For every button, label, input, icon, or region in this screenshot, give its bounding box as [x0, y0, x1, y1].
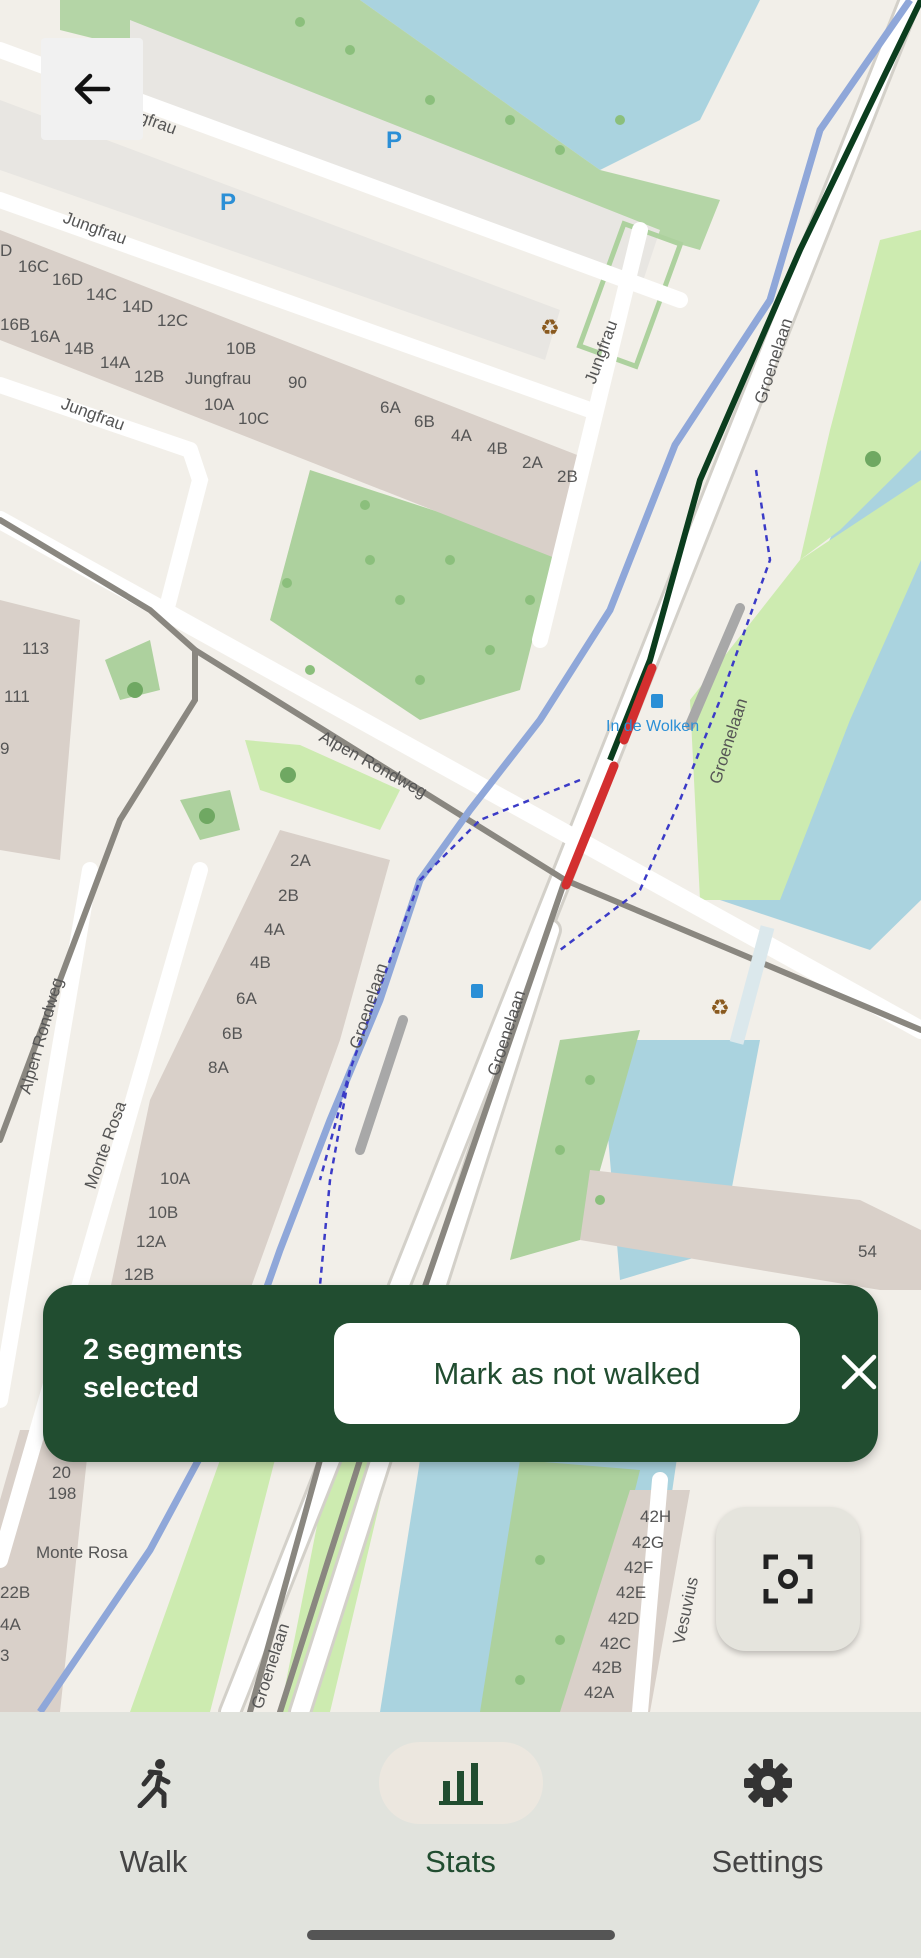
svg-text:42E: 42E — [616, 1583, 646, 1602]
bar-chart-icon — [439, 1763, 483, 1805]
svg-text:20: 20 — [52, 1463, 71, 1482]
recycling-icon: ♻ — [540, 316, 560, 341]
home-indicator[interactable] — [307, 1930, 615, 1940]
segment-selection-bar: 2 segments selected Mark as not walked — [43, 1285, 878, 1462]
svg-text:8A: 8A — [208, 1058, 229, 1077]
svg-text:12C: 12C — [157, 311, 188, 330]
gear-icon — [744, 1759, 792, 1807]
recenter-map-button[interactable] — [716, 1507, 860, 1651]
back-button[interactable] — [41, 38, 143, 140]
svg-text:198: 198 — [48, 1484, 76, 1503]
svg-text:16A: 16A — [30, 327, 61, 346]
svg-text:22B: 22B — [0, 1583, 30, 1602]
svg-text:16D: 16D — [52, 270, 83, 289]
svg-text:42A: 42A — [584, 1683, 615, 1702]
svg-text:6A: 6A — [236, 989, 257, 1008]
svg-text:14C: 14C — [86, 285, 117, 304]
svg-text:16B: 16B — [0, 315, 30, 334]
svg-text:2B: 2B — [557, 467, 578, 486]
focus-target-icon — [763, 1554, 813, 1604]
bar-chart-icon-container — [379, 1742, 543, 1824]
walk-icon-container — [71, 1742, 235, 1824]
mark-as-not-walked-button[interactable]: Mark as not walked — [334, 1323, 800, 1424]
svg-text:14A: 14A — [100, 353, 131, 372]
svg-text:10A: 10A — [160, 1169, 191, 1188]
svg-text:42F: 42F — [624, 1558, 653, 1577]
svg-text:42B: 42B — [592, 1658, 622, 1677]
svg-text:4B: 4B — [487, 439, 508, 458]
svg-text:12A: 12A — [136, 1232, 167, 1251]
svg-text:42C: 42C — [600, 1634, 631, 1653]
svg-text:111: 111 — [4, 687, 30, 706]
street-label: Monte Rosa — [36, 1543, 128, 1562]
svg-text:10A: 10A — [204, 395, 235, 414]
clear-selection-button[interactable] — [819, 1332, 899, 1412]
bus-stop-label: In de Wolken — [606, 718, 699, 735]
svg-text:10C: 10C — [238, 409, 269, 428]
bottom-navigation-bar: Walk Stats Settings — [0, 1712, 921, 1958]
svg-text:6A: 6A — [380, 398, 401, 417]
svg-text:2A: 2A — [290, 851, 311, 870]
street-label: Jungfrau — [185, 369, 251, 388]
svg-text:D: D — [0, 241, 12, 260]
svg-text:12B: 12B — [124, 1265, 154, 1284]
svg-text:42H: 42H — [640, 1507, 671, 1526]
parking-icon: P — [220, 189, 236, 216]
bus-stop-icon[interactable] — [471, 984, 483, 998]
svg-text:4A: 4A — [0, 1615, 21, 1634]
bus-stop-icon[interactable] — [651, 694, 663, 708]
walk-icon — [137, 1759, 171, 1808]
svg-text:12B: 12B — [134, 367, 164, 386]
svg-text:42G: 42G — [632, 1533, 664, 1552]
svg-text:42D: 42D — [608, 1609, 639, 1628]
svg-text:54: 54 — [858, 1242, 877, 1261]
svg-text:10B: 10B — [226, 339, 256, 358]
nav-label-walk: Walk — [119, 1844, 188, 1879]
gear-icon-container — [686, 1742, 850, 1824]
svg-text:113: 113 — [22, 639, 49, 658]
svg-text:14B: 14B — [64, 339, 94, 358]
svg-text:2A: 2A — [522, 453, 543, 472]
nav-label-stats: Stats — [425, 1844, 496, 1879]
nav-item-stats[interactable]: Stats — [307, 1712, 614, 1892]
parking-icon: P — [386, 127, 402, 154]
svg-text:4A: 4A — [264, 920, 285, 939]
close-icon — [841, 1354, 877, 1390]
recycling-icon: ♻ — [710, 996, 730, 1021]
svg-text:3: 3 — [0, 1646, 9, 1665]
svg-text:2B: 2B — [278, 886, 299, 905]
svg-text:16C: 16C — [18, 257, 49, 276]
svg-text:4A: 4A — [451, 426, 472, 445]
svg-text:6B: 6B — [222, 1024, 243, 1043]
svg-text:10B: 10B — [148, 1203, 178, 1222]
nav-item-settings[interactable]: Settings — [614, 1712, 921, 1892]
nav-label-settings: Settings — [711, 1844, 824, 1879]
selection-count-label: 2 segments selected — [83, 1334, 243, 1404]
svg-text:6B: 6B — [414, 412, 435, 431]
svg-text:9: 9 — [0, 739, 9, 758]
svg-text:14D: 14D — [122, 297, 153, 316]
nav-item-walk[interactable]: Walk — [0, 1712, 307, 1892]
arrow-left-icon — [74, 73, 111, 105]
svg-text:4B: 4B — [250, 953, 271, 972]
svg-text:90: 90 — [288, 373, 307, 392]
